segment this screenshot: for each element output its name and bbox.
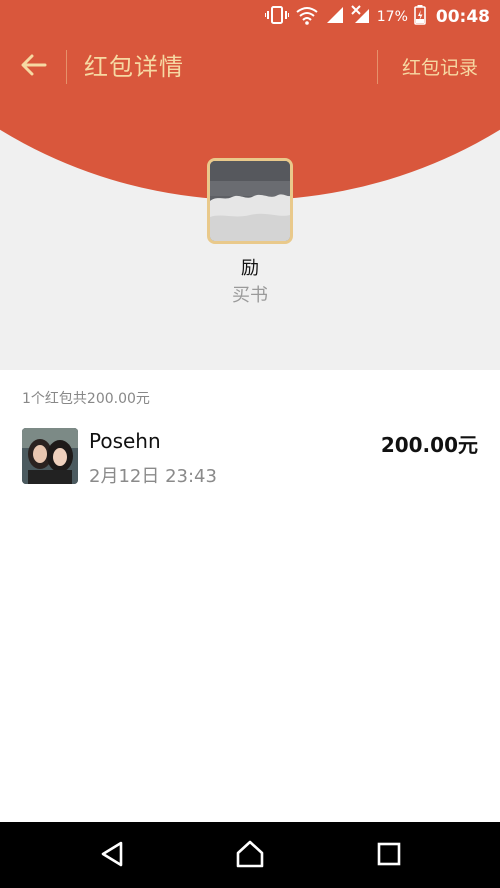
records-button[interactable]: 红包记录 — [402, 54, 478, 82]
sender-avatar[interactable] — [207, 158, 293, 244]
records-divider — [377, 50, 378, 84]
receiver-avatar[interactable] — [22, 428, 78, 484]
signal-no-data-icon — [351, 5, 371, 29]
app-bar: 红包详情 红包记录 — [0, 34, 500, 100]
navigation-bar — [0, 822, 500, 888]
packet-summary: 1个红包共200.00元 — [22, 391, 150, 407]
title-divider — [66, 50, 67, 84]
wifi-icon — [295, 5, 319, 29]
torn-paper-edge — [0, 330, 500, 368]
receive-time: 2月12日 23:43 — [89, 466, 217, 487]
receiver-name: Posehn — [89, 429, 161, 453]
received-amount: 200.00元 — [380, 433, 478, 457]
arrow-left-icon — [21, 54, 47, 80]
page-title: 红包详情 — [84, 53, 184, 81]
nav-home-button[interactable] — [230, 836, 270, 876]
triangle-back-icon — [99, 840, 125, 872]
status-bar: 17% 00:48 — [0, 0, 500, 34]
nav-recents-button[interactable] — [369, 836, 409, 876]
list-item[interactable]: Posehn 2月12日 23:43 200.00元 — [0, 420, 500, 494]
nav-back-button[interactable] — [92, 836, 132, 876]
square-recents-icon — [377, 842, 401, 870]
battery-percent: 17% — [376, 9, 408, 25]
status-time: 00:48 — [435, 7, 490, 27]
signal-icon — [325, 5, 345, 29]
red-packet-wish: 买书 — [232, 285, 268, 306]
home-icon — [235, 840, 265, 872]
sender-name: 励 — [241, 258, 259, 279]
back-button[interactable] — [14, 50, 54, 84]
battery-icon — [414, 5, 426, 29]
vibrate-icon — [263, 5, 290, 29]
